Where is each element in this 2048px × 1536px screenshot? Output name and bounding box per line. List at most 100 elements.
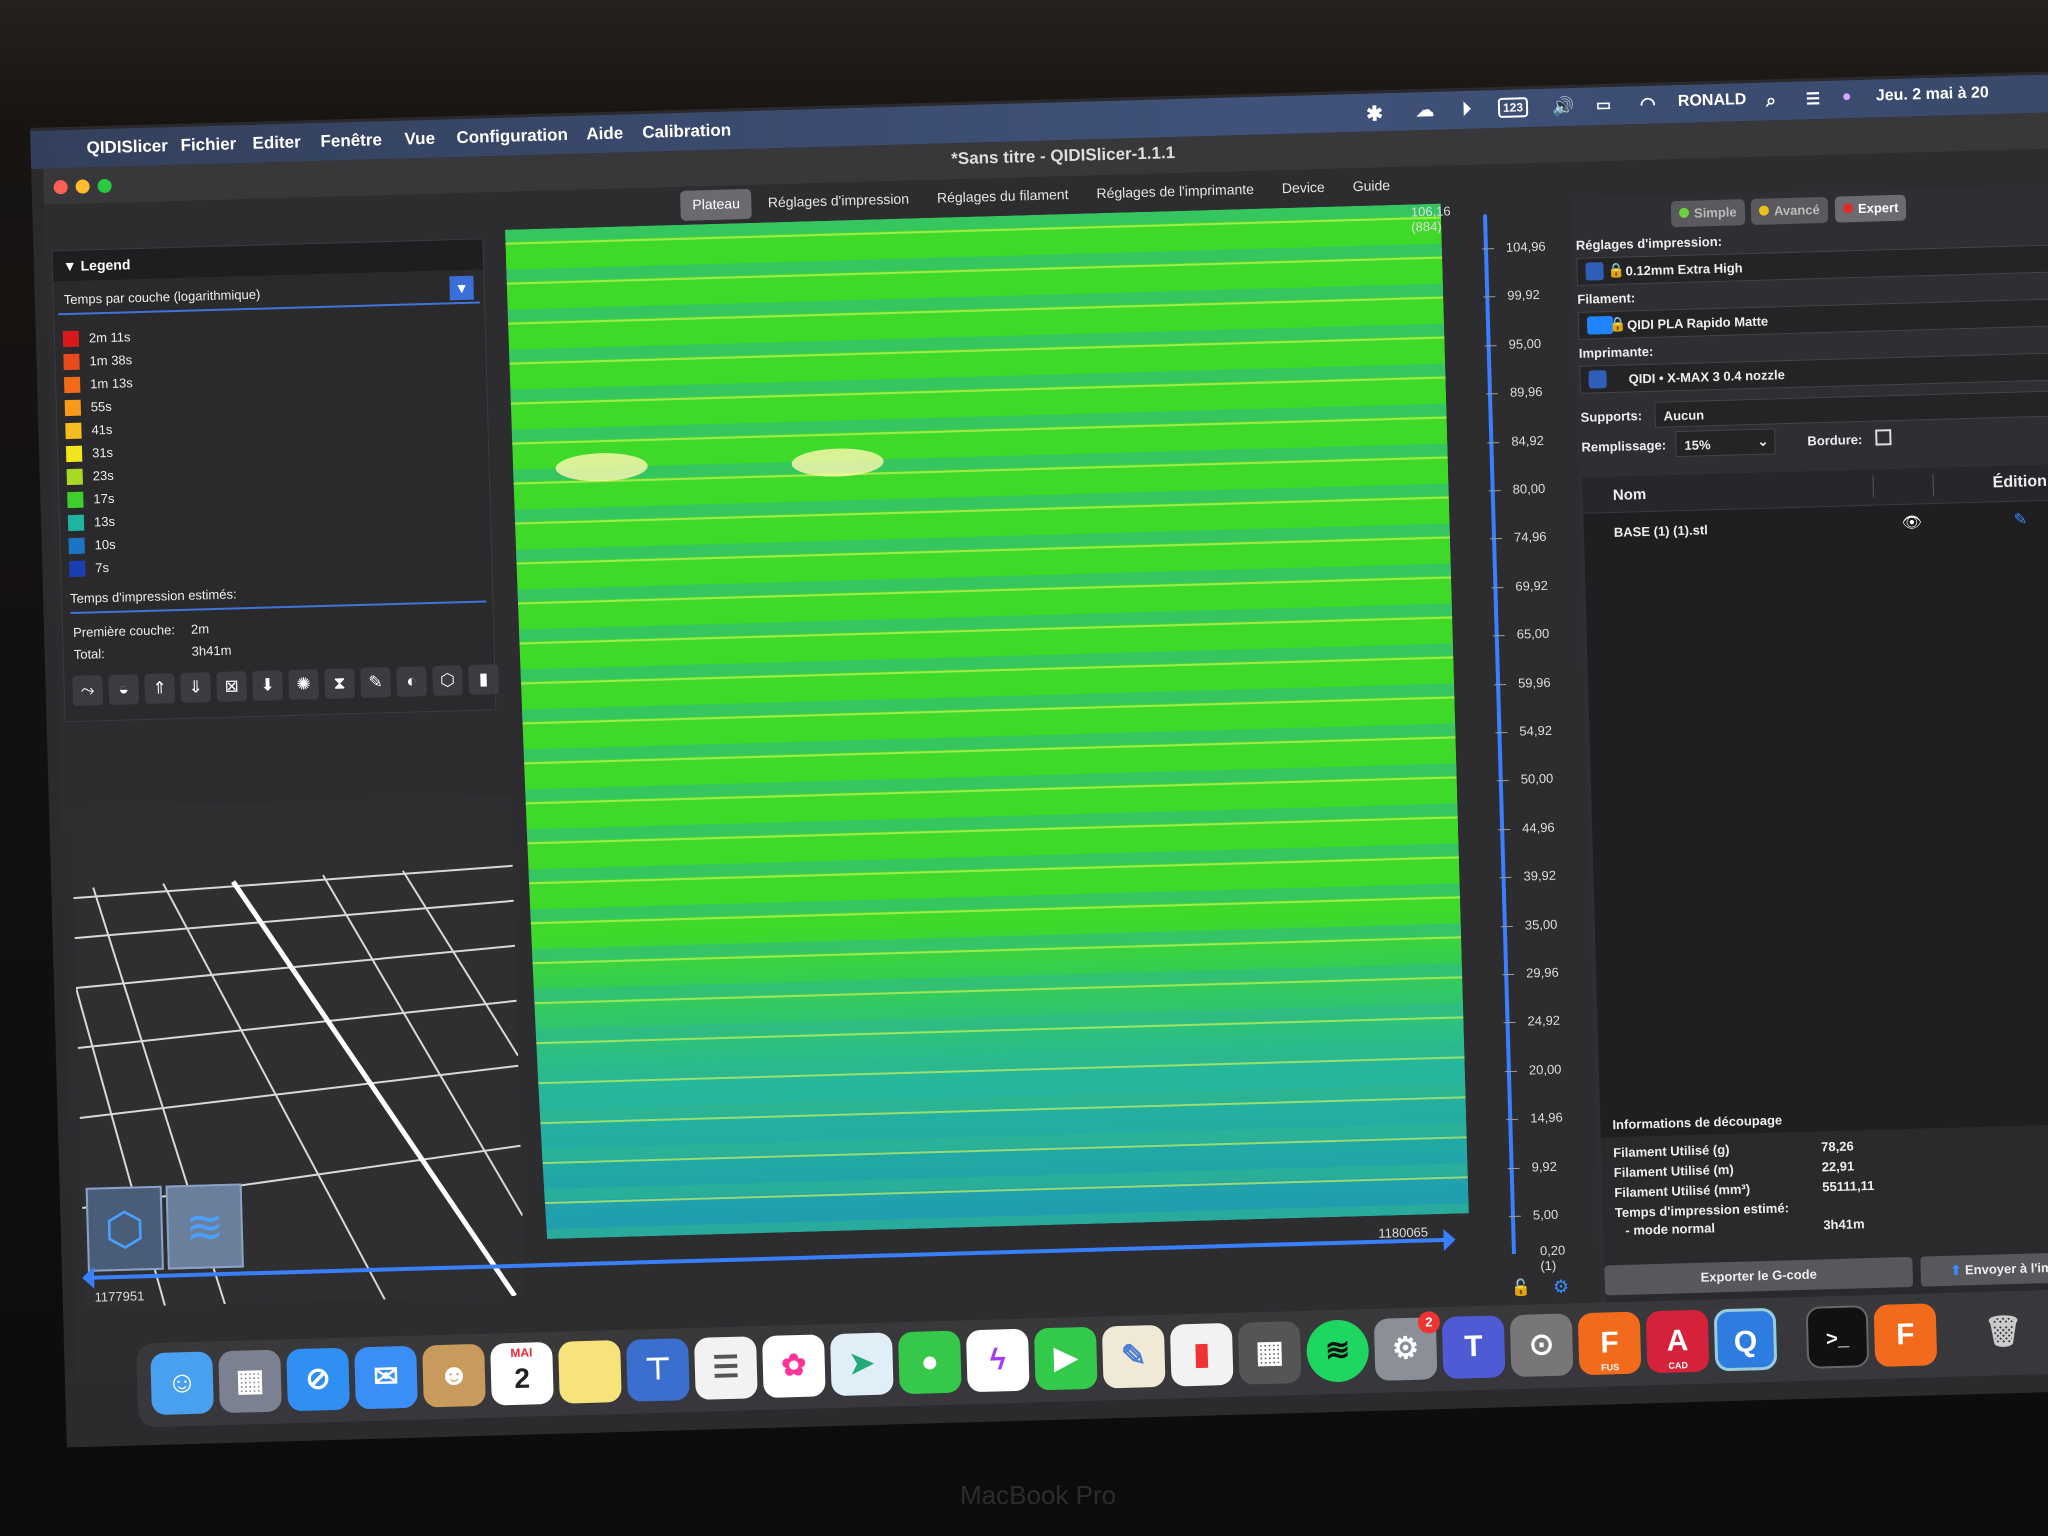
retractions-icon[interactable]: ⇑	[144, 673, 176, 705]
menu-configuration[interactable]: Configuration	[456, 125, 568, 148]
creative-cloud-icon[interactable]: ☁	[1416, 100, 1435, 121]
menu-aide[interactable]: Aide	[586, 123, 623, 144]
numbers-icon[interactable]: ▮	[1169, 1322, 1234, 1387]
unlock-icon[interactable]: 🔓	[1511, 1278, 1531, 1299]
menu-calibration[interactable]: Calibration	[642, 120, 731, 142]
control-center-icon[interactable]: ☰	[1806, 89, 1821, 109]
tab-filament-settings[interactable]: Réglages du filament	[925, 180, 1081, 214]
spotify-icon[interactable]: ≋	[1305, 1319, 1370, 1383]
play-icon[interactable]: ⏵	[1462, 99, 1472, 120]
fusion-icon[interactable]: F FUS	[1577, 1311, 1642, 1376]
legend-view-type-select[interactable]: Temps par couche (logarithmique) ▼	[57, 273, 481, 316]
tab-printer-settings[interactable]: Réglages de l'imprimante	[1084, 175, 1266, 210]
qidislicer-icon[interactable]: Q	[1713, 1307, 1778, 1372]
safari-icon[interactable]: ⊘	[286, 1347, 350, 1412]
tab-guide[interactable]: Guide	[1340, 171, 1402, 203]
menu-datetime[interactable]: Jeu. 2 mai à 20	[1876, 84, 1989, 105]
tab-plateau[interactable]: Plateau	[680, 188, 753, 221]
chevron-down-icon[interactable]: ▼	[449, 275, 474, 301]
vertical-layer-slider[interactable]	[1482, 214, 1517, 1255]
menu-app-name[interactable]: QIDISlicer	[86, 136, 168, 158]
legend-swatch	[63, 353, 80, 370]
shells-icon[interactable]: ⬡	[432, 665, 464, 696]
column-edit-header[interactable]: Édition	[1992, 473, 2047, 493]
preview-layers-icon[interactable]: ≋	[165, 1183, 244, 1270]
wipe-icon[interactable]: ◒	[108, 674, 140, 706]
mode-expert-button[interactable]: Expert	[1834, 194, 1907, 223]
volume-icon[interactable]: 🔊	[1552, 96, 1575, 118]
filament-select[interactable]: 🔒 QIDI PLA Rapido Matte	[1577, 297, 2048, 340]
layer-height-tick: 24,92	[1527, 1013, 1561, 1029]
collapse-triangle-icon[interactable]: ▼	[63, 258, 81, 274]
pause-icon[interactable]: ⧗	[324, 668, 356, 699]
color-changes-icon[interactable]: ✺	[288, 669, 320, 700]
menu-fenetre[interactable]: Fenêtre	[320, 130, 382, 152]
deretractions-icon[interactable]: ⇓	[180, 672, 212, 704]
trash-icon[interactable]: 🗑	[1972, 1301, 2036, 1365]
menu-editer[interactable]: Editer	[252, 132, 301, 153]
screenshot-icon[interactable]: ⊙	[1509, 1313, 1574, 1378]
notes-icon[interactable]	[558, 1339, 622, 1404]
tick-mark	[1499, 877, 1512, 879]
yellow-dot-icon	[1758, 205, 1770, 216]
brim-checkbox[interactable]	[1875, 429, 1892, 446]
wifi-icon[interactable]: ◠	[1640, 94, 1656, 115]
finder-icon[interactable]: ☺	[150, 1351, 214, 1416]
battery-icon[interactable]: ▭	[1596, 95, 1612, 115]
menu-vue[interactable]: Vue	[404, 129, 435, 150]
terminal-icon[interactable]: >_	[1805, 1305, 1870, 1369]
mode-advanced-button[interactable]: Avancé	[1750, 196, 1829, 225]
messenger-icon[interactable]: ϟ	[965, 1328, 1030, 1393]
maps-icon[interactable]: ➤	[829, 1332, 894, 1397]
facetime-icon[interactable]: ▶	[1033, 1326, 1098, 1391]
calendar-icon[interactable]: MAI 2	[490, 1341, 554, 1406]
reminders-icon[interactable]: ☰	[694, 1336, 758, 1400]
travel-icon[interactable]: ⤳	[72, 675, 104, 707]
spotlight-search-icon[interactable]: ⌕	[1766, 90, 1777, 111]
edit-icon[interactable]: ✎	[2013, 509, 2027, 529]
photos-icon[interactable]: ✿	[762, 1334, 826, 1399]
contacts-icon[interactable]: ☻	[422, 1343, 486, 1408]
settings-gear-icon[interactable]: ⚙	[1553, 1276, 1570, 1297]
autocad-icon[interactable]: A CAD	[1645, 1309, 1710, 1374]
seams-icon[interactable]: ⊠	[216, 671, 248, 702]
send-to-printer-button[interactable]: ⬆ Envoyer à l'imprim	[1920, 1251, 2048, 1287]
chevron-down-icon[interactable]: ⌄	[1757, 434, 1768, 450]
slider-right-handle[interactable]	[1443, 1228, 1456, 1251]
messages-icon[interactable]: ●	[897, 1330, 962, 1395]
supports-select[interactable]: Aucun	[1654, 389, 2048, 428]
fusion-icon-2[interactable]: F	[1873, 1303, 1938, 1367]
tool-changes-icon[interactable]: ⬇	[252, 670, 284, 701]
tool-marker-icon[interactable]: ▮	[468, 664, 499, 695]
layer-height-tick: 29,96	[1525, 964, 1559, 981]
calculator-icon[interactable]: ▦	[1237, 1321, 1302, 1385]
teams-icon[interactable]: T	[1441, 1315, 1506, 1380]
input-source-indicator[interactable]: 123	[1497, 97, 1529, 118]
activity-icon[interactable]: ✱	[1366, 101, 1383, 126]
tab-device[interactable]: Device	[1270, 173, 1338, 205]
column-name-header[interactable]: Nom	[1613, 486, 1647, 504]
siri-icon[interactable]: ●	[1842, 88, 1852, 106]
tick-mark	[1492, 635, 1505, 637]
legend-swatch	[63, 376, 81, 393]
3d-view-cube-icon[interactable]: ⬡	[85, 1185, 164, 1272]
tab-print-settings[interactable]: Réglages d'impression	[755, 184, 921, 219]
keynote-icon[interactable]: ⊤	[626, 1338, 690, 1402]
layer-height-tick: 59,96	[1517, 674, 1551, 691]
calendar-month: MAI	[510, 1345, 533, 1361]
estimated-time-label: Temps d'impression estimé:	[1614, 1200, 1790, 1221]
mode-simple-button[interactable]: Simple	[1670, 199, 1746, 228]
cog-icon[interactable]: ◐	[396, 666, 428, 697]
system-settings-icon[interactable]: ⚙ 2	[1373, 1311, 1441, 1381]
infill-select[interactable]: 15% ⌄	[1675, 428, 1776, 458]
launchpad-icon[interactable]: ▦	[218, 1349, 282, 1414]
mail-icon[interactable]: ✉	[354, 1345, 418, 1410]
custom-gcode-icon[interactable]: ✎	[360, 667, 392, 698]
user-name[interactable]: RONALD	[1678, 91, 1747, 111]
visibility-eye-icon[interactable]: 👁	[1901, 512, 1923, 533]
3d-preview-viewport[interactable]	[505, 203, 1469, 1240]
slider-left-handle[interactable]	[81, 1266, 95, 1289]
menu-fichier[interactable]: Fichier	[180, 134, 236, 156]
textedit-icon[interactable]: ✎	[1101, 1324, 1166, 1389]
mode-expert-label: Expert	[1857, 199, 1899, 216]
